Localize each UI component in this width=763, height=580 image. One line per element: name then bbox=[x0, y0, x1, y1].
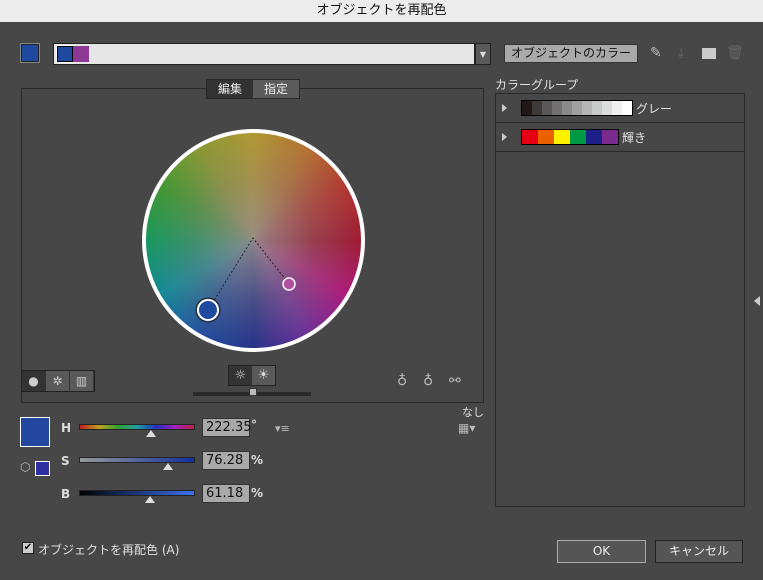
color-group-title: カラーグループ bbox=[495, 78, 579, 92]
recolor-checkbox[interactable]: ✔ bbox=[22, 542, 34, 554]
brightness-toggle: ☼ ☀ bbox=[228, 365, 276, 386]
smooth-wheel-icon[interactable]: ● bbox=[22, 371, 46, 391]
segmented-wheel-icon[interactable]: ✲ bbox=[46, 371, 70, 391]
hue-slider[interactable] bbox=[79, 424, 195, 430]
add-color-tool-icon[interactable]: ♁ bbox=[397, 373, 407, 389]
selected-color-swatch bbox=[20, 417, 50, 447]
group-swatch[interactable] bbox=[602, 101, 612, 115]
handle-connector bbox=[207, 237, 290, 311]
group-swatch[interactable] bbox=[552, 101, 562, 115]
hue-input[interactable]: 222.35 bbox=[202, 418, 252, 437]
limit-library-label: なし bbox=[462, 406, 484, 419]
link-harmony-icon[interactable]: ⚯ bbox=[449, 373, 461, 389]
group-swatch[interactable] bbox=[554, 130, 570, 144]
swatch-library-icon[interactable]: ▦▾ bbox=[458, 420, 475, 436]
secondary-color-handle[interactable] bbox=[282, 277, 296, 291]
expand-triangle-icon[interactable] bbox=[502, 133, 507, 141]
color-group-bright[interactable]: 輝き bbox=[496, 123, 744, 152]
ok-button[interactable]: OK bbox=[557, 540, 646, 563]
brightness-label: B bbox=[61, 487, 71, 501]
out-of-gamut-cube-icon[interactable]: ⬡ bbox=[20, 459, 30, 475]
group-label: グレー bbox=[636, 101, 673, 116]
group-swatch[interactable] bbox=[538, 130, 554, 144]
brightness-value-slider-thumb[interactable] bbox=[144, 496, 155, 503]
hue-unit: ° bbox=[251, 418, 257, 432]
brightness-slider-thumb[interactable] bbox=[249, 388, 257, 396]
hue-label: H bbox=[61, 421, 72, 435]
saturation-slider[interactable] bbox=[79, 457, 195, 463]
group-swatch[interactable] bbox=[586, 130, 602, 144]
gray-swatch-strip bbox=[521, 100, 633, 116]
brightness-unit: % bbox=[251, 486, 264, 500]
hue-slider-thumb[interactable] bbox=[145, 430, 156, 437]
show-saturation-icon[interactable]: ☀ bbox=[252, 366, 275, 385]
group-swatch[interactable] bbox=[522, 101, 532, 115]
group-swatch[interactable] bbox=[542, 101, 552, 115]
color-group-gray[interactable]: グレー bbox=[496, 94, 744, 123]
show-brightness-icon[interactable]: ☼ bbox=[229, 366, 252, 385]
in-gamut-swatch[interactable] bbox=[35, 461, 50, 476]
group-swatch[interactable] bbox=[522, 130, 538, 144]
cancel-button[interactable]: キャンセル bbox=[655, 540, 743, 563]
group-swatch[interactable] bbox=[592, 101, 602, 115]
saturation-slider-thumb[interactable] bbox=[162, 463, 173, 470]
brightness-input[interactable]: 61.18 bbox=[202, 484, 250, 503]
group-swatch[interactable] bbox=[622, 101, 632, 115]
color-group-list: グレー 輝き bbox=[495, 93, 745, 507]
brightness-value-slider[interactable] bbox=[79, 490, 195, 496]
color-bars-icon[interactable]: ▥ bbox=[70, 371, 94, 391]
collapse-panel-arrow-icon[interactable] bbox=[754, 296, 760, 306]
saturation-input[interactable]: 76.28 bbox=[202, 451, 250, 470]
group-swatch[interactable] bbox=[582, 101, 592, 115]
recolor-checkbox-label[interactable]: オブジェクトを再配色 (A) bbox=[38, 541, 179, 558]
group-swatch[interactable] bbox=[572, 101, 582, 115]
slider-menu-icon[interactable]: ▾≡ bbox=[275, 421, 290, 437]
remove-color-tool-icon[interactable]: ♁ bbox=[423, 373, 433, 389]
expand-triangle-icon[interactable] bbox=[502, 104, 507, 112]
group-swatch[interactable] bbox=[532, 101, 542, 115]
group-swatch[interactable] bbox=[612, 101, 622, 115]
saturation-unit: % bbox=[251, 453, 264, 467]
saturation-label: S bbox=[61, 454, 70, 468]
group-swatch[interactable] bbox=[562, 101, 572, 115]
bright-swatch-strip bbox=[521, 129, 619, 145]
group-swatch[interactable] bbox=[570, 130, 586, 144]
group-label: 輝き bbox=[622, 130, 647, 145]
group-swatch[interactable] bbox=[602, 130, 618, 144]
view-mode-buttons: ● ✲ ▥ bbox=[21, 370, 95, 392]
base-color-handle[interactable] bbox=[197, 299, 219, 321]
